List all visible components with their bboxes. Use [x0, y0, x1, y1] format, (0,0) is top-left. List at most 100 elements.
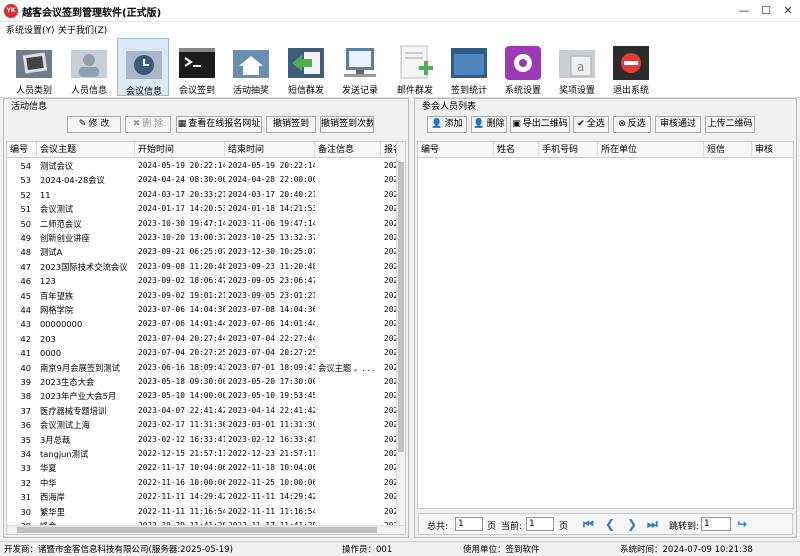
- meeting-table-row[interactable]: 30 繁华里 2022-11-11 11:16:54 2022-11-11 11:16…: [7, 506, 405, 518]
- meeting-cell: 2022-11-11 11:16:54: [228, 506, 315, 516]
- activity-action-button-3[interactable]: 撤销签到: [266, 116, 316, 133]
- meeting-cell: 43: [20, 319, 31, 330]
- close-button[interactable]: ✕: [778, 2, 798, 20]
- button-label: 修 改: [88, 119, 110, 129]
- meeting-cell: 45: [20, 290, 31, 301]
- attendee-column-header[interactable]: 所在单位: [598, 142, 704, 158]
- meeting-cell: 2023-07-06 14:01:44: [228, 319, 315, 329]
- meeting-cell: 2023-07-04 20:27:25: [138, 348, 225, 358]
- attendee-panel-title: 参会人员列表: [422, 102, 477, 112]
- toolbar-button-5[interactable]: 短信群发: [280, 38, 332, 96]
- meeting-column-header[interactable]: 开始时间: [135, 142, 225, 158]
- meeting-table-row[interactable]: 48 测试A 2023-09-21 06:25:07 2023-12-30 10:25…: [7, 246, 405, 258]
- menu-about-us[interactable]: 关于我们(Z): [58, 23, 107, 36]
- meeting-table-row[interactable]: 44 网格学院 2023-07-06 14:04:36 2023-07-08 14:0…: [7, 304, 405, 316]
- activity-action-button-0[interactable]: ✎ 修 改: [67, 116, 121, 133]
- meeting-cell: [318, 290, 381, 302]
- jump-go-icon[interactable]: ↪: [737, 517, 747, 531]
- attendee-action-button-3[interactable]: ✔ 全选: [573, 116, 609, 133]
- meeting-column-header[interactable]: 编号: [7, 142, 37, 158]
- meeting-cell: 2023-11-06 19:47:14: [228, 218, 315, 228]
- toolbar-button-9[interactable]: 系统设置: [497, 38, 549, 96]
- meeting-cell: 2023-05-18 09:30:00: [138, 377, 225, 386]
- document-add-icon: [395, 44, 435, 80]
- meeting-column-header[interactable]: 备注信息: [315, 142, 381, 158]
- toolbar-label: 活动抽奖: [232, 86, 269, 96]
- meeting-table-vscroll[interactable]: [396, 142, 405, 527]
- pager-total-field: 1: [455, 517, 483, 531]
- folder-picture-icon: [14, 44, 54, 80]
- meeting-table-row[interactable]: 54 测试会议 2024-05-19 20:22:14 2024-05-19 20:2…: [7, 160, 405, 172]
- vscroll-thumb[interactable]: [398, 162, 404, 452]
- meeting-table-row[interactable]: 53 2024-04-28会议 2024-04-24 08:30:00 2024-04…: [7, 174, 405, 186]
- meeting-cell: 2024-04-28 22:00:00: [228, 175, 315, 185]
- attendee-action-button-0[interactable]: 👤 添加: [427, 116, 467, 133]
- meeting-cell: 2023-02-12 16:33:41: [228, 434, 315, 444]
- toolbar-button-2[interactable]: 会议信息: [117, 38, 169, 97]
- button-glyph-icon: ✖: [132, 119, 141, 129]
- activity-action-button-1[interactable]: ✖ 删 除: [125, 116, 171, 133]
- button-label: 删除: [486, 119, 505, 129]
- meeting-table-row[interactable]: 47 2023国际技术交流会议 2023-09-08 11:20:48 2023-09…: [7, 261, 405, 273]
- menu-system-settings[interactable]: 系统设置(Y): [6, 23, 55, 36]
- toolbar-button-11[interactable]: 退出系统: [605, 38, 657, 96]
- attendee-action-button-2[interactable]: ▣ 导出二维码: [510, 116, 570, 133]
- attendee-column-header[interactable]: 短信: [704, 142, 752, 158]
- last-page-icon[interactable]: ⏭: [647, 517, 658, 532]
- toolbar-button-3[interactable]: 会议签到: [171, 38, 223, 96]
- toolbar-button-8[interactable]: 签到统计: [443, 38, 495, 96]
- meeting-cell: [318, 405, 381, 417]
- meeting-table-row[interactable]: 34 tangjun测试 2022-12-15 21:57:11 2022-12-23…: [7, 448, 405, 460]
- attendee-action-button-6[interactable]: 上传二维码: [705, 116, 755, 133]
- prev-page-icon[interactable]: ❮: [605, 517, 615, 531]
- meeting-table-row[interactable]: 45 百年望族 2023-09-02 19:01:21 2023-09-05 23:0…: [7, 290, 405, 302]
- meeting-table-row[interactable]: 33 华夏 2022-11-17 10:04:06 2022-11-18 10:04:…: [7, 462, 405, 474]
- activity-action-button-4[interactable]: 撤销签到次数: [320, 116, 374, 133]
- toolbar-button-0[interactable]: 人员类别: [8, 38, 60, 96]
- attendee-action-button-5[interactable]: 审核通过: [655, 116, 701, 133]
- meeting-table-row[interactable]: 39 2023生态大会 2023-05-18 09:30:00 2023-05-20 …: [7, 376, 405, 388]
- meeting-table-hscroll[interactable]: [7, 525, 405, 534]
- meeting-table-row[interactable]: 49 创新创业讲座 2023-10-20 13:00:37 2023-10-25 13…: [7, 232, 405, 244]
- meeting-cell: 2024-04-24 08:30:00: [138, 175, 225, 185]
- toolbar-button-6[interactable]: 发送记录: [334, 38, 386, 96]
- first-page-icon[interactable]: ⏮: [583, 517, 594, 532]
- terminal-icon: [177, 44, 217, 80]
- meeting-table-row[interactable]: 31 西海岸 2022-11-11 14:29:42 2022-11-11 14:29…: [7, 491, 405, 503]
- pager-jump-input[interactable]: 1: [701, 517, 731, 531]
- meeting-table-row[interactable]: 35 3月总裁 2023-02-12 16:33:41 2023-02-12 16:3…: [7, 434, 405, 446]
- toolbar-button-1[interactable]: 人员信息: [63, 38, 115, 96]
- button-label: 删 除: [142, 119, 164, 129]
- toolbar-button-10[interactable]: a 奖项设置: [551, 38, 603, 96]
- attendee-column-header[interactable]: 姓名: [494, 142, 539, 158]
- attendee-action-button-4[interactable]: ⊗ 反选: [613, 116, 651, 133]
- meeting-table-row[interactable]: 52 11 2024-03-17 20:33:21 2024-03-17 20:40:…: [7, 189, 405, 201]
- attendee-column-header[interactable]: 编号: [418, 142, 494, 158]
- meeting-table-row[interactable]: 36 会议测试上海 2023-02-17 11:31:30 2023-03-01 11…: [7, 419, 405, 431]
- meeting-cell: [318, 218, 381, 230]
- meeting-table-row[interactable]: 38 2023年产业大会5月 2023-05-10 14:00:00 2023-05-…: [7, 390, 405, 402]
- hscroll-thumb[interactable]: [17, 527, 377, 533]
- meeting-column-header[interactable]: 结束时间: [225, 142, 315, 158]
- meeting-column-header[interactable]: 会议主题: [37, 142, 135, 158]
- meeting-table-row[interactable]: 41 0000 2023-07-04 20:27:25 2023-07-04 20:2…: [7, 347, 405, 359]
- meeting-table-row[interactable]: 50 二师范会议 2023-10-30 19:47:14 2023-11-06 19:…: [7, 218, 405, 230]
- activity-action-button-2[interactable]: ▦ 查看在线报名网址: [176, 116, 262, 133]
- toolbar-label: 会议信息: [125, 87, 162, 97]
- meeting-cell: 医疗器械专题培训: [40, 405, 107, 416]
- toolbar-button-7[interactable]: 邮件群发: [389, 38, 441, 96]
- meeting-table-row[interactable]: 46 123 2023-09-02 18:06:47 2023-09-05 23:06…: [7, 275, 405, 287]
- toolbar-button-4[interactable]: 活动抽奖: [225, 38, 277, 96]
- meeting-table-row[interactable]: 32 中华 2022-11-16 10:00:06 2022-11-25 10:00:…: [7, 477, 405, 489]
- attendee-column-header[interactable]: 审核: [752, 142, 793, 158]
- minimize-button[interactable]: —: [734, 2, 754, 20]
- attendee-column-header[interactable]: 手机号码: [539, 142, 598, 158]
- next-page-icon[interactable]: ❯: [627, 517, 637, 531]
- meeting-table-row[interactable]: 40 南京9月会展签到测试 2023-06-16 18:09:43 2023-07-0…: [7, 362, 405, 374]
- meeting-table-row[interactable]: 51 会议测试 2024-01-17 14:20:53 2024-01-18 14:2…: [7, 203, 405, 215]
- maximize-button[interactable]: ☐: [756, 2, 776, 20]
- meeting-table-row[interactable]: 43 00000000 2023-07-06 14:01:44 2023-07-06 …: [7, 318, 405, 330]
- meeting-table-row[interactable]: 37 医疗器械专题培训 2023-04-07 22:41:42 2023-04-14 …: [7, 405, 405, 417]
- meeting-table-row[interactable]: 42 203 2023-07-04 20:27:44 2023-07-04 22:27…: [7, 333, 405, 345]
- attendee-action-button-1[interactable]: 👤 删除: [471, 116, 507, 133]
